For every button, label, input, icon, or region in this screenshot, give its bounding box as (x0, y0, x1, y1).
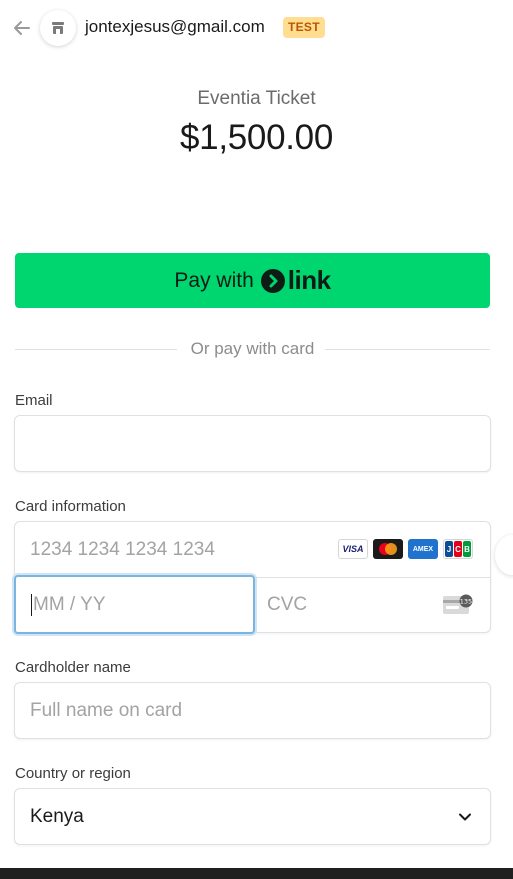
jcb-icon: J C B (443, 539, 473, 559)
or-divider: Or pay with card (15, 339, 490, 361)
pay-with-label: Pay with (174, 268, 254, 292)
header: jontexjesus@gmail.com TEST (0, 0, 513, 56)
card-number-placeholder: 1234 1234 1234 1234 (30, 538, 215, 560)
card-information-label: Card information (15, 498, 126, 515)
mastercard-icon (373, 539, 403, 559)
link-logo: link (260, 265, 331, 296)
expiry-field[interactable]: MM / YY (14, 575, 255, 634)
cardholder-name-field[interactable]: Full name on card (14, 682, 491, 739)
product-name: Eventia Ticket (197, 88, 316, 109)
bottom-bar (0, 868, 513, 879)
back-button[interactable] (10, 16, 34, 40)
merchant-email: jontexjesus@gmail.com (85, 17, 265, 36)
visa-icon: VISA (338, 539, 368, 559)
chevron-down-icon (459, 813, 471, 821)
expiry-placeholder: MM / YY (33, 593, 106, 615)
link-arrow-icon (260, 268, 285, 293)
cvc-icon-digits: 135 (460, 598, 472, 606)
email-label: Email (15, 392, 53, 409)
cvc-placeholder: CVC (267, 594, 308, 615)
merchant-avatar (40, 10, 76, 46)
card-brand-icons: VISA AMEX J C B (338, 539, 473, 559)
link-wordmark: link (287, 265, 331, 295)
text-caret (31, 593, 32, 616)
price-amount: $1,500.00 (179, 118, 333, 157)
amex-icon: AMEX (408, 539, 438, 559)
cardholder-name-placeholder: Full name on card (30, 699, 183, 721)
cardholder-name-label: Cardholder name (15, 659, 131, 676)
country-label: Country or region (15, 765, 131, 782)
card-information-group: 1234 1234 1234 1234 VISA AMEX J C B MM /… (14, 521, 491, 634)
country-select[interactable]: Kenya (14, 788, 491, 845)
store-icon (52, 22, 64, 34)
divider-line-right (325, 349, 490, 350)
test-mode-badge: TEST (283, 17, 325, 38)
floating-edge-button[interactable] (495, 535, 513, 575)
arrow-left-icon (14, 21, 30, 35)
email-field[interactable] (14, 415, 491, 472)
country-selected-value: Kenya (30, 805, 84, 827)
cvc-card-icon: 135 (443, 594, 473, 619)
pay-with-link-button[interactable]: Pay with link (15, 253, 490, 308)
